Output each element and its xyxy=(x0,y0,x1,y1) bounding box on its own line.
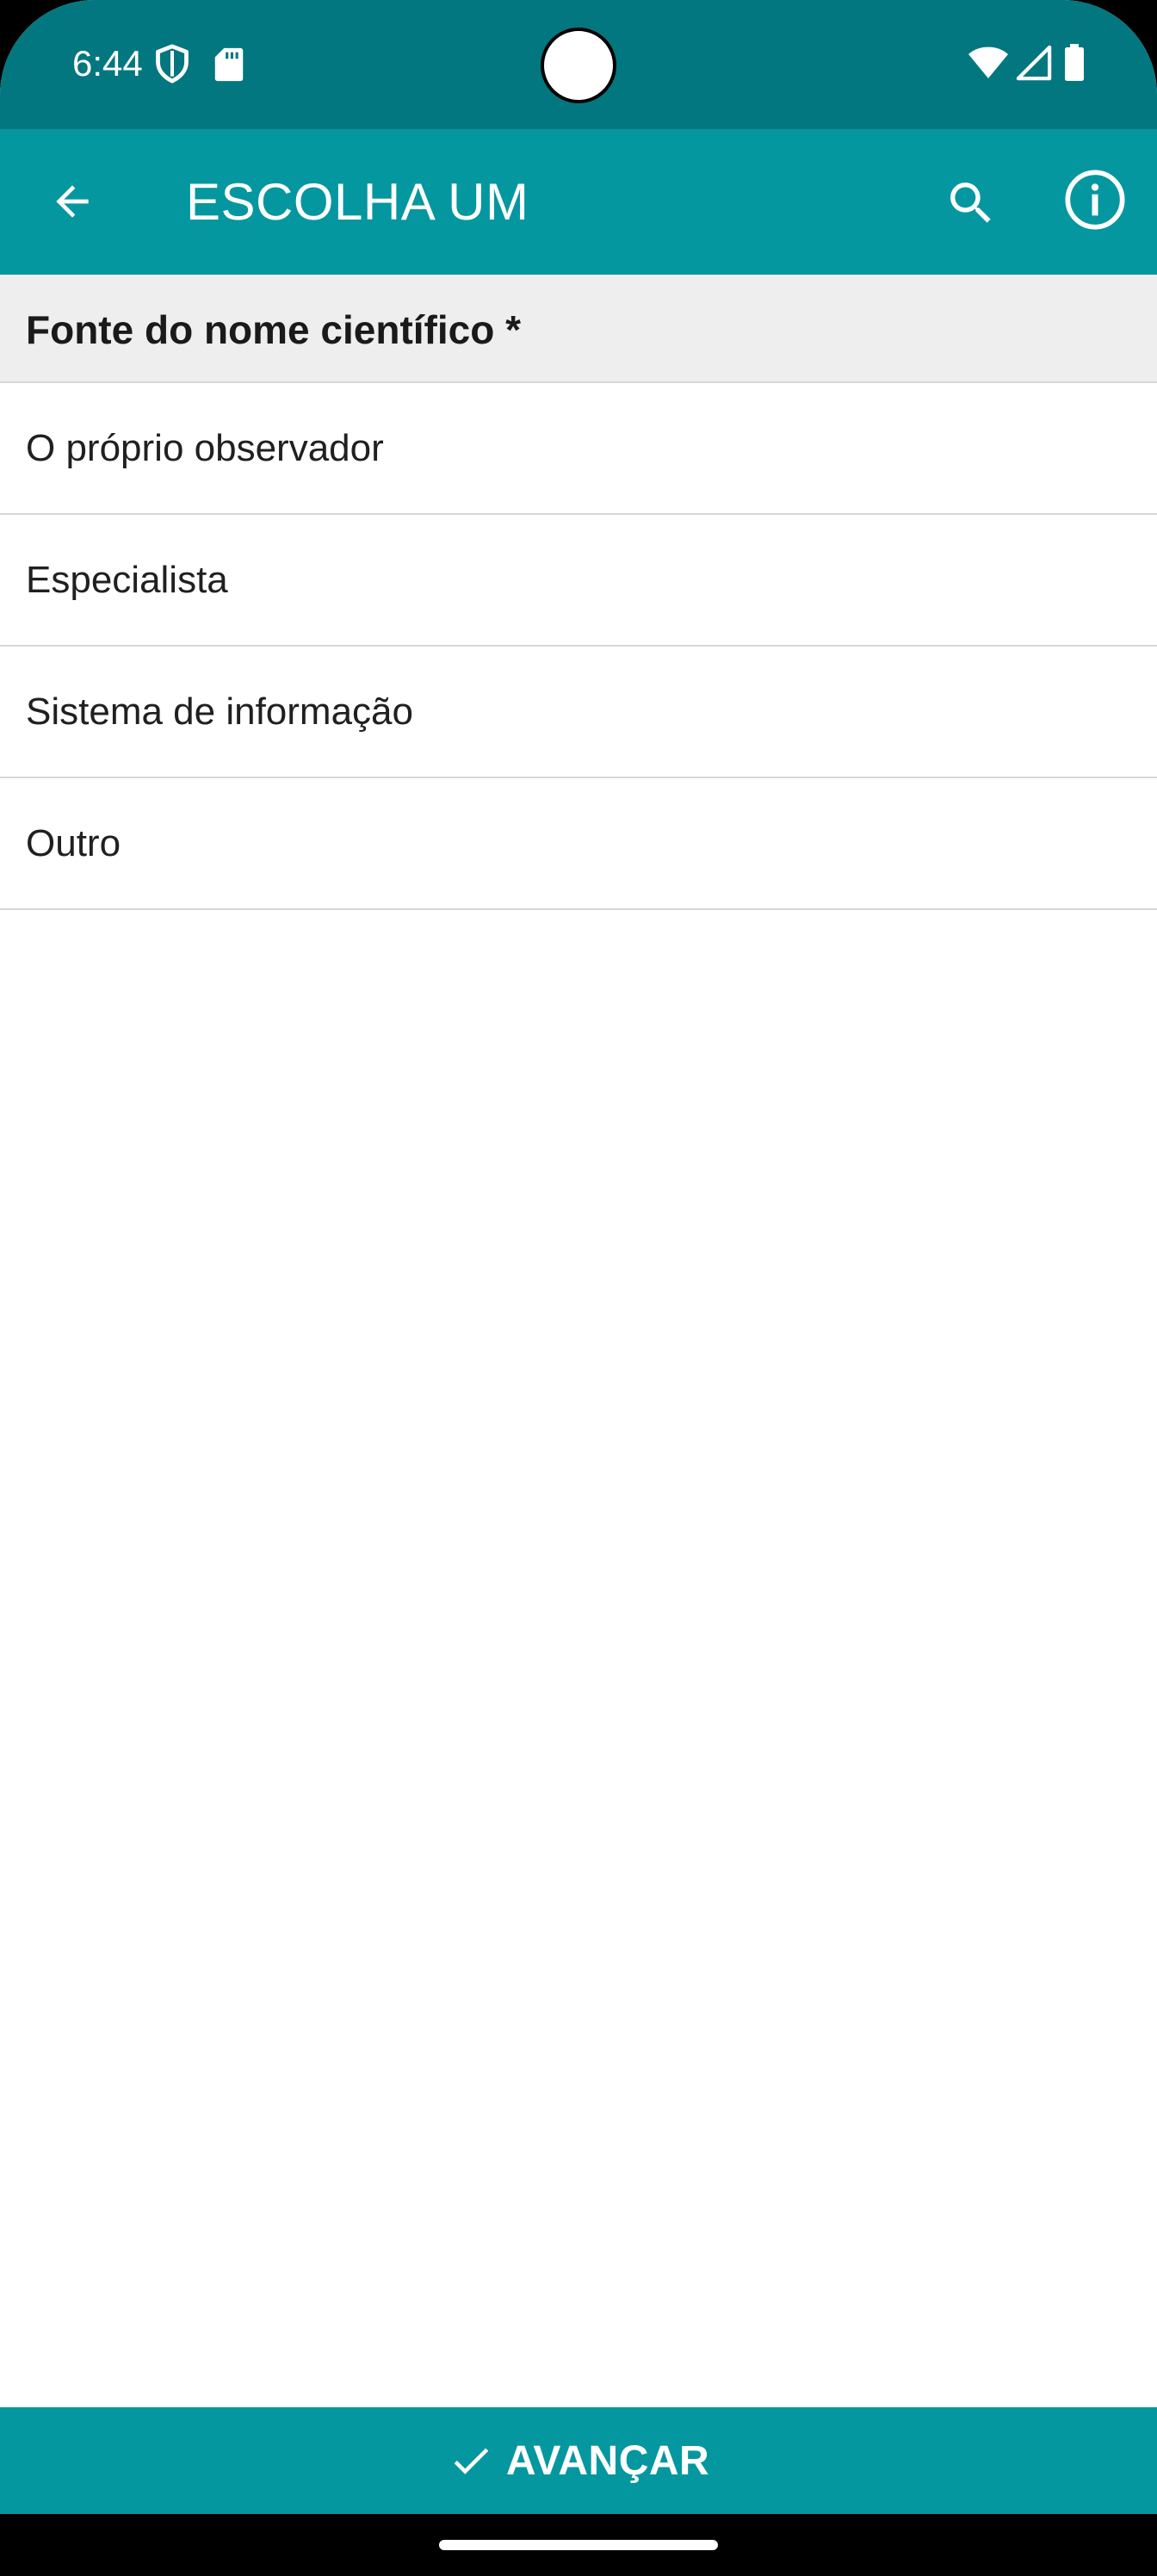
options-list: O próprio observador Especialista Sistem… xyxy=(0,383,1157,910)
signal-icon xyxy=(1016,45,1052,81)
app-title: ESCOLHA UM xyxy=(186,173,529,231)
option-label: Sistema de informação xyxy=(26,690,413,733)
status-bar: 6:44 xyxy=(0,0,1157,129)
camera-cutout xyxy=(541,28,616,103)
back-button[interactable] xyxy=(38,167,107,236)
question-label: Fonte do nome científico * xyxy=(26,307,522,352)
check-icon xyxy=(454,2448,489,2474)
option-outro[interactable]: Outro xyxy=(0,778,1157,910)
navigation-bar xyxy=(0,2514,1157,2576)
option-label: Outro xyxy=(26,822,121,864)
info-button[interactable] xyxy=(1059,164,1131,236)
search-button[interactable] xyxy=(935,167,1007,239)
option-proprio-observador[interactable]: O próprio observador xyxy=(0,383,1157,515)
question-header: Fonte do nome científico * xyxy=(0,275,1157,383)
wifi-icon xyxy=(968,46,1008,78)
app-bar: ESCOLHA UM xyxy=(0,129,1157,275)
info-icon xyxy=(1065,170,1125,230)
option-especialista[interactable]: Especialista xyxy=(0,515,1157,647)
home-handle[interactable] xyxy=(439,2540,718,2550)
shield-icon xyxy=(156,44,189,84)
option-sistema-de-informacao[interactable]: Sistema de informação xyxy=(0,647,1157,778)
option-label: Especialista xyxy=(26,559,228,601)
battery-icon xyxy=(1065,44,1084,81)
sd-card-icon xyxy=(214,47,244,82)
status-time: 6:44 xyxy=(72,43,143,84)
next-button-label: AVANÇAR xyxy=(505,2437,710,2484)
option-label: O próprio observador xyxy=(26,427,384,469)
app-screen: 6:44 ESCOLHA UM Fonte do nome científico… xyxy=(0,0,1157,2576)
back-arrow-icon xyxy=(56,185,89,218)
search-icon xyxy=(950,183,991,223)
next-button[interactable]: AVANÇAR xyxy=(0,2407,1157,2514)
